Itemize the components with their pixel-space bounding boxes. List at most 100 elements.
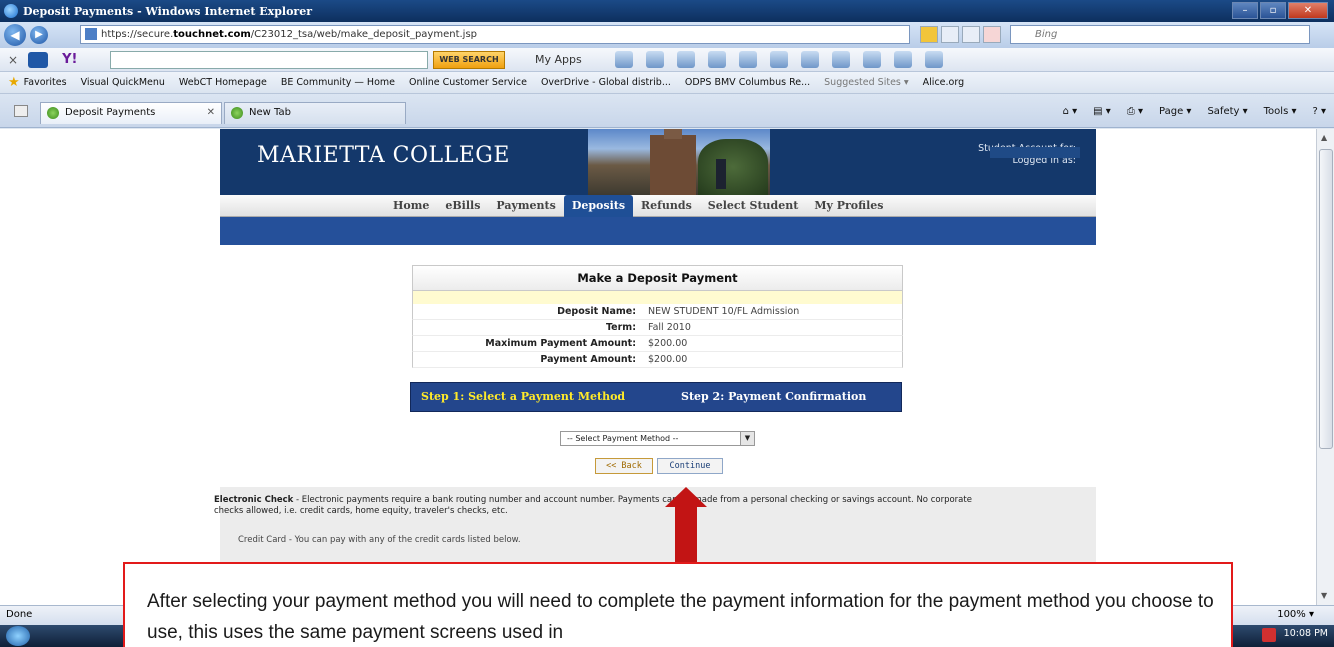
continue-button[interactable]: Continue xyxy=(657,458,723,474)
close-toolbar-icon[interactable]: × xyxy=(8,53,18,67)
toolbar-bookmark-icon[interactable] xyxy=(646,51,664,68)
toolbar-facebook-icon[interactable] xyxy=(894,51,912,68)
yahoo-icon[interactable]: Y! xyxy=(62,52,77,67)
toolbar-mail-icon[interactable] xyxy=(739,51,757,68)
redacted-name xyxy=(990,147,1080,158)
payment-method-select[interactable]: -- Select Payment Method -- ▼ xyxy=(560,431,755,446)
deposit-summary: Make a Deposit Payment Deposit Name: NEW… xyxy=(412,265,903,368)
payment-steps: Step 1: Select a Payment Method Step 2: … xyxy=(410,382,902,412)
tray-icon[interactable] xyxy=(1262,628,1276,642)
deposit-row: Term: Fall 2010 xyxy=(412,320,903,336)
step-1-label: Step 1: Select a Payment Method xyxy=(421,390,626,403)
fav-online-customer-service[interactable]: Online Customer Service xyxy=(409,77,527,88)
nav-my-profiles[interactable]: My Profiles xyxy=(806,195,891,217)
chevron-down-icon[interactable]: ▼ xyxy=(740,432,754,445)
page-icon xyxy=(85,28,97,40)
fav-odps-bmv[interactable]: ODPS BMV Columbus Re... xyxy=(685,77,810,88)
scroll-up-icon[interactable]: ▲ xyxy=(1321,133,1327,142)
window-titlebar: Deposit Payments - Windows Internet Expl… xyxy=(0,0,1334,22)
nav-refunds[interactable]: Refunds xyxy=(633,195,700,217)
tab-new-tab[interactable]: New Tab xyxy=(224,102,406,124)
campus-tree xyxy=(698,139,768,195)
nav-deposits[interactable]: Deposits xyxy=(563,195,634,217)
stop-icon[interactable] xyxy=(983,26,1001,43)
hp-icon[interactable] xyxy=(28,51,49,68)
quick-tabs-icon[interactable] xyxy=(14,105,28,117)
credit-card-description: Credit Card - You can pay with any of th… xyxy=(238,535,521,545)
fav-webct[interactable]: WebCT Homepage xyxy=(179,77,267,88)
fav-suggested-sites[interactable]: Suggested Sites ▾ xyxy=(824,77,909,88)
vertical-scrollbar[interactable]: ▲ ▼ xyxy=(1316,129,1334,605)
campus-photo xyxy=(588,129,770,195)
nav-payments[interactable]: Payments xyxy=(488,195,563,217)
page-menu[interactable]: Page ▾ xyxy=(1159,106,1191,117)
favorites-button[interactable]: Favorites xyxy=(24,77,67,88)
close-window-button[interactable]: ✕ xyxy=(1288,2,1328,19)
toolbar-photo-icon[interactable] xyxy=(801,51,819,68)
tools-menu[interactable]: Tools ▾ xyxy=(1264,106,1297,117)
campus-tower xyxy=(650,129,696,195)
site-nav: Home eBills Payments Deposits Refunds Se… xyxy=(220,195,1096,217)
college-banner: MARIETTA COLLEGE Student Account for: Lo… xyxy=(220,129,1096,195)
nav-home[interactable]: Home xyxy=(385,195,437,217)
bing-search-input[interactable]: Bing xyxy=(1010,25,1310,44)
toolbar-search-icon[interactable] xyxy=(615,51,633,68)
refresh-icon[interactable] xyxy=(962,26,980,43)
fav-alice[interactable]: Alice.org xyxy=(923,77,964,88)
toolbar-icons xyxy=(615,51,956,68)
fav-overdrive[interactable]: OverDrive - Global distrib... xyxy=(541,77,671,88)
web-search-button[interactable]: WEB SEARCH xyxy=(433,51,505,69)
nav-ebills[interactable]: eBills xyxy=(437,195,488,217)
scroll-down-icon[interactable]: ▼ xyxy=(1321,591,1327,600)
address-input[interactable]: https://secure.touchnet.com/C23012_tsa/w… xyxy=(80,25,910,44)
page-viewport: MARIETTA COLLEGE Student Account for: Lo… xyxy=(0,129,1316,605)
scroll-thumb[interactable] xyxy=(1319,149,1333,449)
favorites-bar: ★ Favorites Visual QuickMenu WebCT Homep… xyxy=(0,72,1334,94)
favorites-star-icon[interactable]: ★ xyxy=(8,75,20,90)
home-icon[interactable]: ⌂ ▾ xyxy=(1063,106,1078,117)
back-icon[interactable]: ◀ xyxy=(4,24,26,46)
address-actions xyxy=(920,26,1004,43)
new-tab-icon xyxy=(231,107,243,119)
command-bar: ⌂ ▾ ▤ ▾ ⎙ ▾ Page ▾ Safety ▾ Tools ▾ ? ▾ xyxy=(1063,106,1326,117)
lock-icon[interactable] xyxy=(920,26,938,43)
tab-deposit-payments[interactable]: Deposit Payments ✕ xyxy=(40,102,222,124)
touchnet-site: MARIETTA COLLEGE Student Account for: Lo… xyxy=(214,129,1096,605)
callout-text: After selecting your payment method you … xyxy=(147,591,1214,643)
back-button[interactable]: << Back xyxy=(595,458,653,474)
fav-be-community[interactable]: BE Community — Home xyxy=(281,77,395,88)
safety-menu[interactable]: Safety ▾ xyxy=(1207,106,1247,117)
deposit-row: Payment Amount: $200.00 xyxy=(412,352,903,368)
zoom-control[interactable]: 100% ▾ xyxy=(1277,606,1314,624)
step-2-label: Step 2: Payment Confirmation xyxy=(681,390,867,403)
my-apps-button[interactable]: My Apps xyxy=(535,53,582,66)
toolbar-extra-icon[interactable] xyxy=(925,51,943,68)
blue-band xyxy=(220,217,1096,245)
ie-logo-icon xyxy=(4,4,18,18)
toolbar-envelope-icon[interactable] xyxy=(832,51,850,68)
feeds-icon[interactable]: ▤ ▾ xyxy=(1093,106,1111,117)
tab-close-icon[interactable]: ✕ xyxy=(207,103,215,123)
tab-bar: Deposit Payments ✕ New Tab ⌂ ▾ ▤ ▾ ⎙ ▾ P… xyxy=(0,94,1334,128)
fav-visual-quickmenu[interactable]: Visual QuickMenu xyxy=(81,77,165,88)
toolbar-globe-icon[interactable] xyxy=(677,51,695,68)
instruction-callout: After selecting your payment method you … xyxy=(123,562,1233,647)
status-text: Done xyxy=(6,609,33,620)
message-strip xyxy=(412,291,903,304)
compat-view-icon[interactable] xyxy=(941,26,959,43)
minimize-button[interactable]: – xyxy=(1232,2,1258,19)
maximize-button[interactable]: ▫ xyxy=(1260,2,1286,19)
toolbar-game-icon[interactable] xyxy=(863,51,881,68)
toolbar-search-input[interactable] xyxy=(110,51,428,69)
toolbar-news-icon[interactable] xyxy=(770,51,788,68)
help-icon[interactable]: ? ▾ xyxy=(1312,106,1326,117)
nav-select-student[interactable]: Select Student xyxy=(700,195,807,217)
start-button-icon[interactable] xyxy=(6,626,30,646)
tab-favicon-icon xyxy=(47,107,59,119)
echeck-description: Electronic Check - Electronic payments r… xyxy=(214,495,972,516)
toolbar-disk-icon[interactable] xyxy=(708,51,726,68)
print-icon[interactable]: ⎙ ▾ xyxy=(1127,106,1143,117)
window-controls: – ▫ ✕ xyxy=(1230,2,1328,19)
address-toolbar: ◀ ▶ https://secure.touchnet.com/C23012_t… xyxy=(0,22,1334,48)
forward-icon[interactable]: ▶ xyxy=(30,26,48,44)
